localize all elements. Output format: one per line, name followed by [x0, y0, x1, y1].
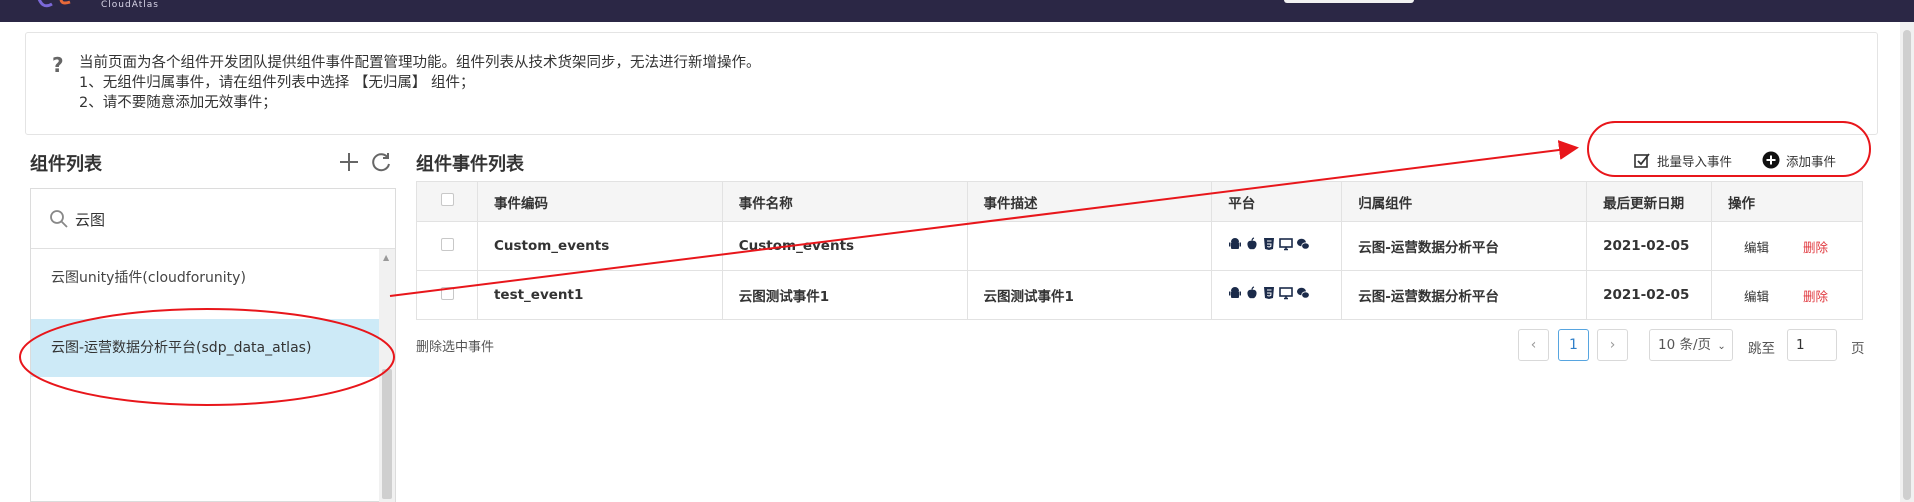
- apple-icon: [1247, 286, 1257, 299]
- column-header: 操作: [1711, 181, 1863, 222]
- table-header-row: 事件编码 事件名称 事件描述 平台 归属组件 最后更新日期 操作: [416, 181, 1863, 222]
- component-item-sdp-data-atlas[interactable]: 云图-运营数据分析平台(sdp_data_atlas): [31, 319, 379, 377]
- event-code: test_event1: [476, 270, 723, 320]
- column-header: 事件名称: [721, 181, 968, 222]
- event-platforms: [1211, 221, 1343, 271]
- select-all-cell: [416, 181, 478, 222]
- brand-name: CloudAtlas: [101, 0, 159, 10]
- column-header: 事件编码: [476, 181, 723, 222]
- desktop-icon: [1279, 287, 1294, 300]
- event-updated: 2021-02-05: [1586, 221, 1713, 271]
- event-list-title: 组件事件列表: [416, 154, 524, 175]
- desktop-icon: [1279, 238, 1294, 251]
- column-header: 最后更新日期: [1586, 181, 1713, 222]
- add-event-label: 添加事件: [1786, 153, 1837, 169]
- notice-line: 当前页面为各个组件开发团队提供组件事件配置管理功能。组件列表从技术货架同步，无法…: [79, 55, 761, 71]
- notice-line: 1、无组件归属事件，请在组件列表中选择 【无归属】 组件；: [79, 75, 475, 91]
- column-header: 平台: [1211, 181, 1343, 222]
- scroll-up-icon[interactable]: ▲: [383, 253, 389, 262]
- delete-selected-button[interactable]: 删除选中事件: [416, 336, 494, 355]
- add-component-icon[interactable]: [336, 150, 362, 176]
- event-code: Custom_events: [476, 221, 723, 271]
- list-scrollbar[interactable]: ▲: [379, 249, 395, 502]
- prev-page-button[interactable]: ‹: [1518, 329, 1549, 361]
- column-header: 事件描述: [966, 181, 1213, 222]
- page-size-select[interactable]: 10 条/页 ⌄: [1649, 329, 1733, 361]
- event-name: 云图测试事件1: [721, 270, 968, 320]
- page-1-button[interactable]: 1: [1558, 329, 1589, 361]
- logo-icon: [37, 0, 71, 8]
- list-scrollbar-thumb[interactable]: [382, 369, 392, 499]
- component-search: [31, 189, 395, 249]
- event-actions: 编辑 删除: [1711, 221, 1863, 271]
- question-icon: ?: [52, 53, 64, 77]
- table-row: Custom_events Custom_events 云图-运营数据分析平台 …: [416, 221, 1863, 271]
- notice-text: 当前页面为各个组件开发团队提供组件事件配置管理功能。组件列表从技术货架同步，无法…: [79, 53, 761, 113]
- jump-page-input[interactable]: [1787, 329, 1837, 361]
- search-icon: [50, 210, 68, 228]
- top-bar: CloudAtlas: [0, 0, 1914, 22]
- refresh-icon[interactable]: [368, 150, 394, 176]
- page-size-value: 10 条/页: [1658, 337, 1712, 353]
- row-checkbox[interactable]: [441, 237, 454, 251]
- event-desc: 云图测试事件1: [966, 270, 1213, 320]
- component-list-panel: 云图unity插件(cloudforunity) 云图-运营数据分析平台(sdp…: [30, 188, 396, 502]
- column-header: 归属组件: [1341, 181, 1588, 222]
- search-input[interactable]: [75, 205, 375, 233]
- wechat-icon: [1297, 238, 1310, 250]
- event-actions: 编辑 删除: [1711, 270, 1863, 320]
- notice-line: 2、请不要随意添加无效事件；: [79, 95, 277, 111]
- bulk-import-button[interactable]: 批量导入事件: [1633, 150, 1732, 170]
- row-select-cell: [416, 270, 478, 320]
- event-component: 云图-运营数据分析平台: [1341, 221, 1588, 271]
- delete-link[interactable]: 删除: [1803, 289, 1828, 304]
- event-component: 云图-运营数据分析平台: [1341, 270, 1588, 320]
- plus-circle-icon: [1762, 151, 1780, 169]
- edit-link[interactable]: 编辑: [1744, 289, 1769, 304]
- chevron-down-icon: ⌄: [1717, 341, 1726, 352]
- component-item-cloudforunity[interactable]: 云图unity插件(cloudforunity): [31, 249, 379, 307]
- row-checkbox[interactable]: [441, 286, 454, 300]
- import-icon: [1634, 153, 1650, 168]
- add-event-button[interactable]: 添加事件: [1762, 150, 1836, 170]
- android-icon: [1229, 287, 1242, 298]
- next-page-button[interactable]: ›: [1597, 329, 1628, 361]
- event-table: 事件编码 事件名称 事件描述 平台 归属组件 最后更新日期 操作 Custom_…: [416, 181, 1863, 320]
- bulk-import-label: 批量导入事件: [1657, 153, 1733, 169]
- html5-icon: [1264, 287, 1275, 299]
- jump-label: 跳至: [1748, 341, 1775, 357]
- row-select-cell: [416, 221, 478, 271]
- delete-link[interactable]: 删除: [1803, 240, 1828, 255]
- event-desc: [966, 221, 1213, 271]
- scrollbar-thumb[interactable]: [1903, 30, 1911, 500]
- event-updated: 2021-02-05: [1586, 270, 1713, 320]
- component-list-title: 组件列表: [30, 154, 102, 175]
- select-all-checkbox[interactable]: [441, 193, 454, 206]
- edit-link[interactable]: 编辑: [1744, 240, 1769, 255]
- page-scrollbar[interactable]: [1900, 22, 1914, 502]
- table-row: test_event1 云图测试事件1 云图测试事件1 云图-运营数据分析平台 …: [416, 270, 1863, 320]
- event-name: Custom_events: [721, 221, 968, 271]
- android-icon: [1229, 238, 1242, 249]
- apple-icon: [1247, 237, 1257, 250]
- wechat-icon: [1297, 287, 1310, 299]
- page-unit-label: 页: [1851, 341, 1865, 357]
- top-search-pill[interactable]: [1284, 0, 1414, 3]
- notice-panel: ? 当前页面为各个组件开发团队提供组件事件配置管理功能。组件列表从技术货架同步，…: [25, 32, 1878, 135]
- event-platforms: [1211, 270, 1343, 320]
- html5-icon: [1264, 238, 1275, 250]
